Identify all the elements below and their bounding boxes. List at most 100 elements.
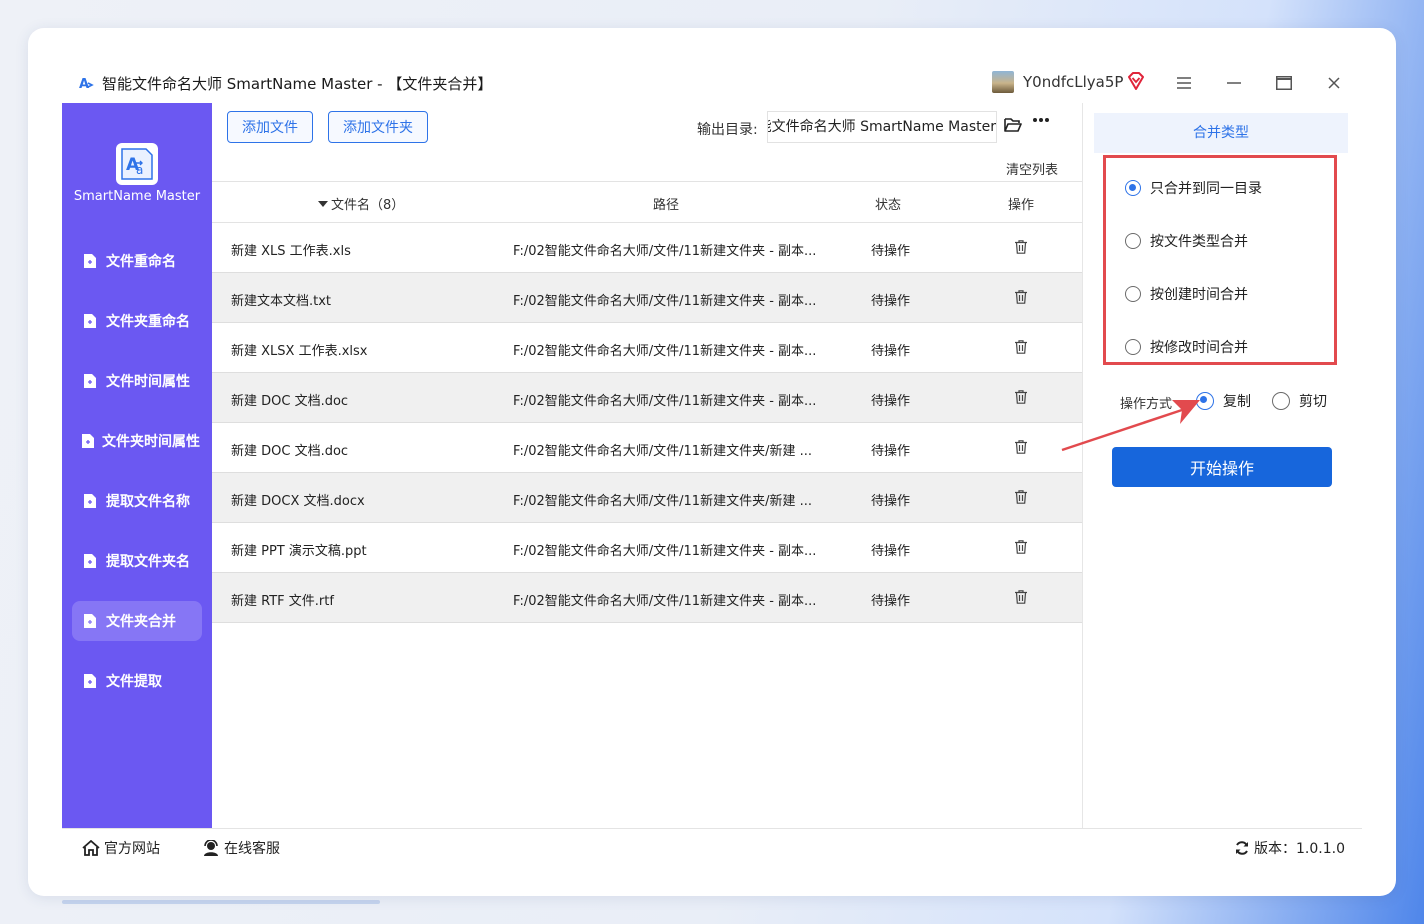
- table-row[interactable]: 新建 DOC 文档.doc F:/02智能文件命名大师/文件/11新建文件夹/新…: [212, 423, 1082, 473]
- file-status-cell: 待操作: [871, 594, 911, 609]
- file-name-cell: 新建 RTF 文件.rtf: [231, 594, 334, 609]
- table-row[interactable]: 新建 XLS 工作表.xls F:/02智能文件命名大师/文件/11新建文件夹 …: [212, 223, 1082, 273]
- minimize-button[interactable]: [1220, 70, 1248, 96]
- sort-desc-icon: [318, 200, 328, 207]
- output-dir-value: 能文件命名大师 SmartName Master: [767, 119, 996, 135]
- add-file-button[interactable]: 添加文件: [227, 111, 313, 143]
- sidebar-item-file-rename[interactable]: 文件重命名: [72, 241, 202, 281]
- file-name-cell: 新建 DOC 文档.doc: [231, 444, 349, 459]
- sidebar-item-label: 文件提取: [106, 674, 162, 690]
- sidebar-item-file-extract[interactable]: 文件提取: [72, 661, 202, 701]
- column-header-name[interactable]: 文件名（8）: [318, 194, 404, 213]
- official-website-link[interactable]: 官方网站: [82, 838, 160, 858]
- close-button[interactable]: [1320, 70, 1348, 96]
- sidebar-item-file-time[interactable]: 文件时间属性: [72, 361, 202, 401]
- version-info[interactable]: 版本：1.0.1.0: [1234, 838, 1345, 858]
- sidebar-item-extract-foldername[interactable]: 提取文件夹名: [72, 541, 202, 581]
- merge-option-label: 按文件类型合并: [1150, 234, 1248, 250]
- title-bar: A 智能文件命名大师 SmartName Master - 【文件夹合并】 Y0…: [28, 28, 1396, 102]
- file-icon: [82, 434, 94, 448]
- file-table: 文件名（8） 路径 状态 操作 新建 XLS 工作表.xls F:/02智能文件…: [212, 181, 1082, 623]
- minimize-icon: [1227, 82, 1241, 84]
- table-row[interactable]: 新建 XLSX 工作表.xlsx F:/02智能文件命名大师/文件/11新建文件…: [212, 323, 1082, 373]
- hamburger-icon: [1177, 77, 1191, 89]
- table-row[interactable]: 新建 DOC 文档.doc F:/02智能文件命名大师/文件/11新建文件夹 -…: [212, 373, 1082, 423]
- clear-list-link[interactable]: 清空列表: [1006, 159, 1058, 178]
- table-row[interactable]: 新建文本文档.txt F:/02智能文件命名大师/文件/11新建文件夹 - 副本…: [212, 273, 1082, 323]
- table-header: 文件名（8） 路径 状态 操作: [212, 181, 1082, 223]
- column-header-status: 状态: [875, 198, 902, 213]
- trash-icon[interactable]: [1015, 490, 1027, 504]
- radio-selected: [1125, 180, 1141, 196]
- merge-option-label: 按创建时间合并: [1150, 287, 1248, 303]
- sidebar-item-label: 文件时间属性: [106, 374, 190, 390]
- file-path-cell: F:/02智能文件命名大师/文件/11新建文件夹/新建 ...: [513, 444, 812, 459]
- avatar[interactable]: [992, 71, 1014, 93]
- vip-diamond-icon[interactable]: [1126, 71, 1146, 91]
- file-icon: [84, 374, 96, 388]
- merge-option-by-modified[interactable]: 按修改时间合并: [1125, 337, 1248, 357]
- file-path-cell: F:/02智能文件命名大师/文件/11新建文件夹/新建 ...: [513, 494, 812, 509]
- trash-icon[interactable]: [1015, 390, 1027, 404]
- menu-button[interactable]: [1170, 70, 1198, 96]
- sidebar-item-label: 文件重命名: [106, 254, 176, 270]
- trash-icon[interactable]: [1015, 440, 1027, 454]
- maximize-button[interactable]: [1270, 70, 1298, 96]
- table-row[interactable]: 新建 PPT 演示文稿.ppt F:/02智能文件命名大师/文件/11新建文件夹…: [212, 523, 1082, 573]
- annotation-arrow: [1061, 400, 1200, 452]
- folder-open-icon[interactable]: [1004, 117, 1022, 133]
- trash-icon[interactable]: [1015, 290, 1027, 304]
- merge-option-by-created[interactable]: 按创建时间合并: [1125, 284, 1248, 304]
- sidebar-item-folder-time[interactable]: 文件夹时间属性: [72, 421, 202, 461]
- sidebar-item-extract-filename[interactable]: 提取文件名称: [72, 481, 202, 521]
- trash-icon[interactable]: [1015, 540, 1027, 554]
- sidebar-app-name: SmartName Master: [73, 189, 201, 204]
- file-path-cell: F:/02智能文件命名大师/文件/11新建文件夹 - 副本...: [513, 294, 817, 309]
- file-status-cell: 待操作: [871, 544, 911, 559]
- sidebar-item-folder-merge[interactable]: 文件夹合并: [72, 601, 202, 641]
- table-row[interactable]: 新建 DOCX 文档.docx F:/02智能文件命名大师/文件/11新建文件夹…: [212, 473, 1082, 523]
- online-support-link[interactable]: 在线客服: [202, 838, 280, 858]
- file-status-cell: 待操作: [871, 344, 911, 359]
- file-path-cell: F:/02智能文件命名大师/文件/11新建文件夹 - 副本...: [513, 344, 817, 359]
- sidebar-item-folder-rename[interactable]: 文件夹重命名: [72, 301, 202, 341]
- file-status-cell: 待操作: [871, 394, 911, 409]
- main-content: 添加文件 添加文件夹 输出目录: 能文件命名大师 SmartName Maste…: [212, 103, 1082, 828]
- merge-option-by-type[interactable]: 按文件类型合并: [1125, 231, 1248, 251]
- sidebar: A a SmartName Master 文件重命名 文件夹重命名 文件时间属性…: [62, 103, 212, 828]
- app-window: A 智能文件命名大师 SmartName Master - 【文件夹合并】 Y0…: [28, 28, 1396, 896]
- svg-text:a: a: [136, 163, 143, 177]
- file-status-cell: 待操作: [871, 494, 911, 509]
- radio-unselected: [1272, 392, 1290, 410]
- file-path-cell: F:/02智能文件命名大师/文件/11新建文件夹 - 副本...: [513, 394, 817, 409]
- table-row[interactable]: 新建 RTF 文件.rtf F:/02智能文件命名大师/文件/11新建文件夹 -…: [212, 573, 1082, 623]
- version-label: 版本：1.0.1.0: [1254, 841, 1345, 857]
- file-icon: [84, 254, 96, 268]
- refresh-icon: [1236, 841, 1248, 855]
- sidebar-item-label: 文件夹时间属性: [102, 434, 200, 450]
- home-icon: [82, 840, 100, 856]
- file-name-cell: 新建文本文档.txt: [231, 294, 332, 309]
- file-status-cell: 待操作: [871, 444, 911, 459]
- trash-icon[interactable]: [1015, 240, 1027, 254]
- output-dir-field[interactable]: 能文件命名大师 SmartName Master: [767, 111, 997, 143]
- add-folder-button[interactable]: 添加文件夹: [328, 111, 428, 143]
- user-name[interactable]: Y0ndfcLlya5P: [1023, 73, 1123, 91]
- file-path-cell: F:/02智能文件命名大师/文件/11新建文件夹 - 副本...: [513, 594, 817, 609]
- op-mode-cut[interactable]: 剪切: [1272, 391, 1327, 411]
- op-mode-label: 剪切: [1299, 394, 1327, 410]
- app-logo-icon: A: [79, 77, 94, 92]
- column-header-name-label: 文件名（8）: [331, 198, 405, 213]
- trash-icon[interactable]: [1015, 590, 1027, 604]
- sidebar-item-label: 文件夹重命名: [106, 314, 190, 330]
- more-icon[interactable]: [1032, 117, 1050, 123]
- trash-icon[interactable]: [1015, 340, 1027, 354]
- file-icon: [84, 494, 96, 508]
- file-path-cell: F:/02智能文件命名大师/文件/11新建文件夹 - 副本...: [513, 244, 817, 259]
- official-website-label: 官方网站: [104, 841, 160, 857]
- file-icon: [84, 314, 96, 328]
- sidebar-item-label: 文件夹合并: [106, 614, 176, 630]
- file-status-cell: 待操作: [871, 294, 911, 309]
- merge-option-same-dir[interactable]: 只合并到同一目录: [1125, 178, 1262, 198]
- merge-type-header: 合并类型: [1094, 113, 1348, 153]
